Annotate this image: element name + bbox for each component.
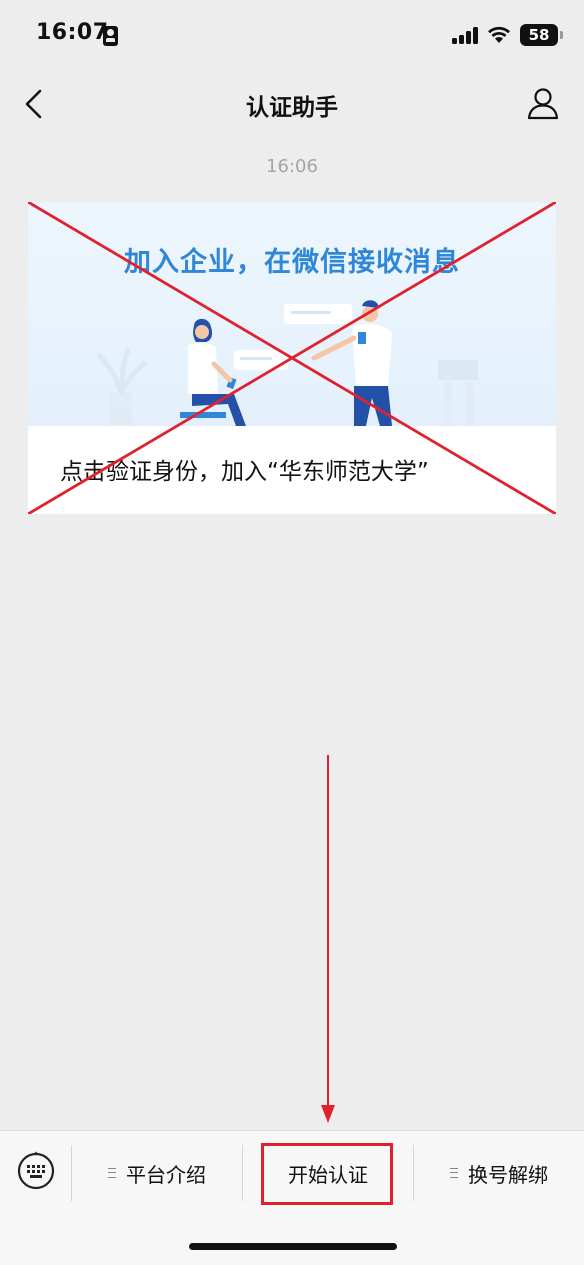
verification-card[interactable]: 加入企业，在微信接收消息 点击验证身份，加入“华东师范大学” <box>28 202 556 514</box>
submenu-lines-icon <box>450 1168 458 1178</box>
submenu-lines-icon <box>108 1168 116 1178</box>
nav-bar: 认证助手 <box>0 72 584 136</box>
highlight-annotation-box <box>261 1143 393 1205</box>
menu-item-platform-intro[interactable]: 平台介绍 <box>72 1145 242 1201</box>
keyboard-icon[interactable] <box>16 1151 56 1191</box>
id-card-icon <box>103 26 118 46</box>
chat-timestamp: 16:06 <box>266 156 318 177</box>
home-indicator <box>189 1243 397 1250</box>
menu-item-change-unbind[interactable]: 换号解绑 <box>414 1145 584 1201</box>
menu-item-label: 换号解绑 <box>468 1162 548 1187</box>
page-title: 认证助手 <box>246 95 338 121</box>
wifi-icon <box>488 26 510 43</box>
menu-item-label: 平台介绍 <box>126 1162 206 1187</box>
status-bar: 16:07 58 <box>0 0 584 72</box>
profile-icon[interactable] <box>526 86 560 120</box>
cross-out-icon <box>28 202 556 514</box>
battery-icon: 58 <box>520 24 563 46</box>
red-arrow-annotation <box>321 755 335 1123</box>
signal-icon <box>452 26 478 44</box>
status-time: 16:07 <box>36 20 109 45</box>
